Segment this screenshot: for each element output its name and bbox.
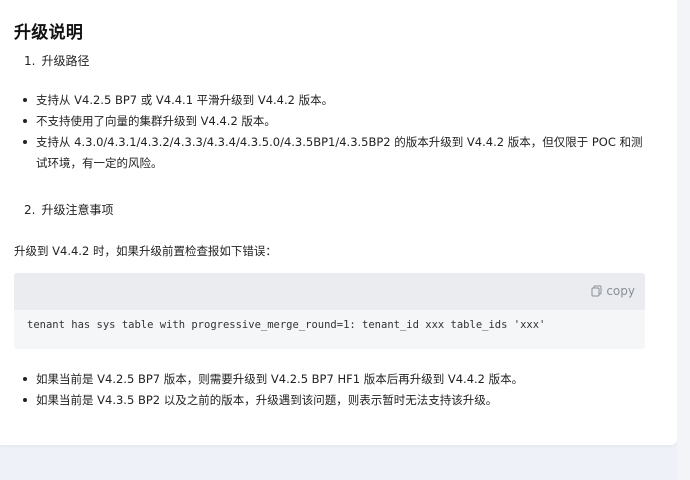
section-title: 升级注意事项 [41, 203, 114, 217]
code-content[interactable]: tenant has sys table with progressive_me… [14, 310, 645, 340]
upgrade-path-list: 支持从 V4.2.5 BP7 或 V4.4.1 平滑升级到 V4.4.2 版本。… [14, 90, 644, 174]
section-heading-upgrade-notes: 2. 升级注意事项 [24, 201, 113, 218]
error-intro-paragraph: 升级到 V4.4.2 时，如果升级前置检查报如下错误： [14, 244, 277, 258]
list-item: 如果当前是 V4.3.5 BP2 以及之前的版本，升级遇到该问题，则表示暂时无法… [14, 390, 644, 411]
section-number: 1. [24, 54, 36, 68]
content-card: 升级说明 1. 升级路径 支持从 V4.2.5 BP7 或 V4.4.1 平滑升级… [0, 0, 677, 445]
list-item: 支持从 V4.2.5 BP7 或 V4.4.1 平滑升级到 V4.4.2 版本。 [14, 90, 644, 111]
page-gutter [677, 0, 690, 480]
section-heading-upgrade-path: 1. 升级路径 [24, 52, 89, 69]
list-item: 如果当前是 V4.2.5 BP7 版本，则需要升级到 V4.2.5 BP7 HF… [14, 369, 644, 390]
list-item: 不支持使用了向量的集群升级到 V4.4.2 版本。 [14, 111, 644, 132]
section-title: 升级路径 [41, 54, 90, 68]
list-item: 支持从 4.3.0/4.3.1/4.3.2/4.3.3/4.3.4/4.3.5.… [14, 132, 644, 174]
code-block-toolbar: copy [14, 273, 645, 310]
copy-icon [591, 285, 602, 297]
upgrade-notes-list: 如果当前是 V4.2.5 BP7 版本，则需要升级到 V4.2.5 BP7 HF… [14, 369, 644, 411]
copy-label: copy [606, 284, 635, 298]
section-number: 2. [24, 203, 36, 217]
code-block: copy tenant has sys table with progressi… [14, 273, 645, 349]
page-title: 升级说明 [14, 23, 84, 43]
copy-button[interactable]: copy [591, 284, 635, 298]
